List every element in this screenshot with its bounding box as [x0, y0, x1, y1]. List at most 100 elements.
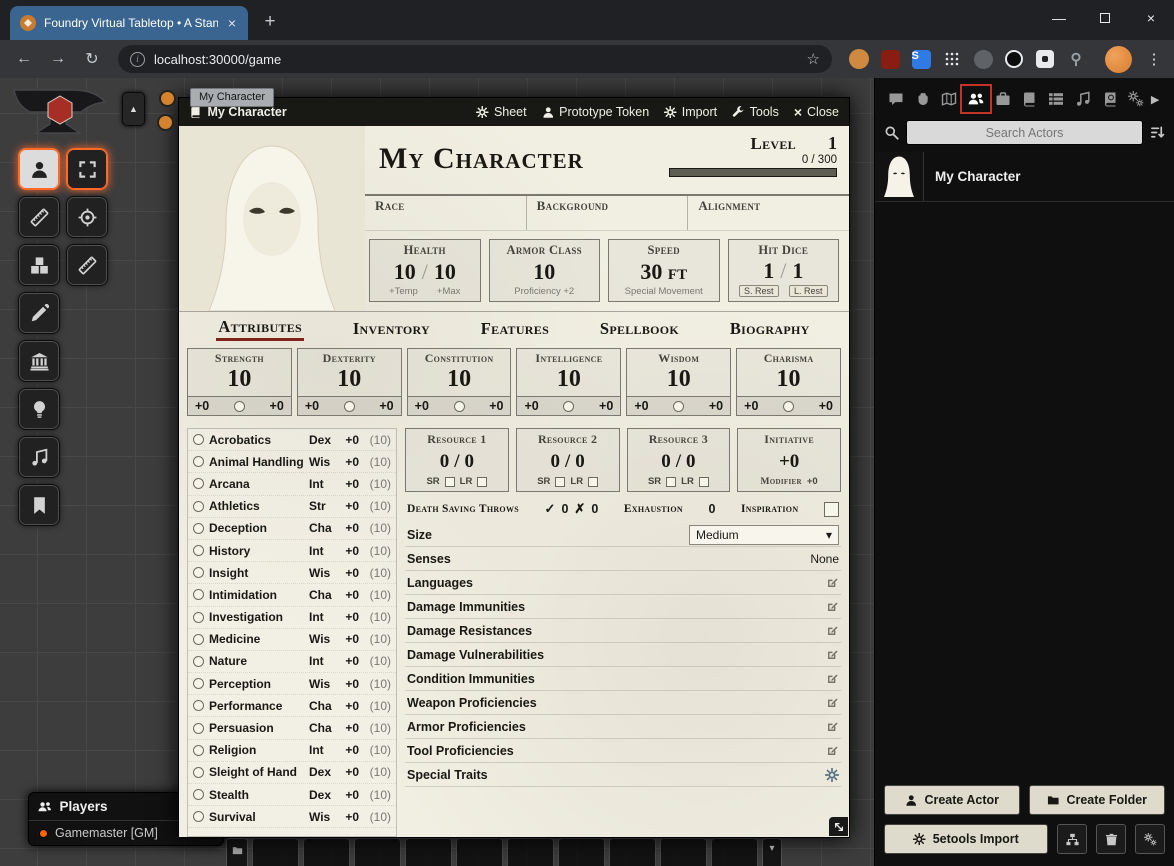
sounds-tool[interactable] [18, 436, 60, 478]
skill-name[interactable]: Insight [209, 566, 304, 580]
skill-name[interactable]: Medicine [209, 632, 304, 646]
skill-row[interactable]: Stealth Dex +0 (10) [188, 784, 396, 806]
bookmark-star-icon[interactable]: ☆ [807, 50, 820, 68]
tab-journal[interactable] [1017, 87, 1041, 111]
skill-row[interactable]: Performance Cha +0 (10) [188, 695, 396, 717]
skill-name[interactable]: Investigation [209, 610, 304, 624]
site-info-icon[interactable]: i [130, 52, 145, 67]
lr-checkbox[interactable] [477, 477, 487, 487]
tiles-tool[interactable] [18, 244, 60, 286]
drawings-tool[interactable] [18, 292, 60, 334]
edit-icon[interactable] [826, 624, 839, 637]
skill-name[interactable]: Arcana [209, 477, 304, 491]
size-select[interactable]: Medium▾ [689, 525, 839, 545]
edit-icon[interactable] [826, 672, 839, 685]
browser-tab[interactable]: Foundry Virtual Tabletop • A Stan × [10, 6, 248, 40]
ac-value[interactable]: 10 [533, 259, 555, 285]
save-proficiency-radio[interactable] [344, 401, 355, 412]
maximize-button[interactable] [1082, 0, 1128, 36]
extension-icon[interactable] [941, 48, 963, 70]
close-browser-button[interactable]: × [1128, 0, 1174, 36]
edit-icon[interactable] [826, 648, 839, 661]
url-bar[interactable]: i localhost:30000/game ☆ [118, 45, 832, 73]
tab-items[interactable] [991, 87, 1015, 111]
tab-compendium[interactable] [1098, 87, 1122, 111]
close-window-button[interactable]: ×Close [794, 104, 839, 120]
skill-name[interactable]: Perception [209, 677, 304, 691]
resource-name[interactable]: Resource 1 [406, 429, 508, 447]
game-canvas[interactable]: ▲ My Character [0, 78, 1174, 866]
hotbar-slot[interactable] [405, 838, 452, 866]
skill-row[interactable]: Deception Cha +0 (10) [188, 518, 396, 540]
profile-avatar[interactable] [1105, 46, 1132, 73]
skill-name[interactable]: History [209, 544, 304, 558]
ability-save[interactable]: +0 [489, 399, 503, 413]
actor-thumbnail[interactable] [875, 152, 924, 201]
tab-scenes[interactable] [937, 87, 961, 111]
tab-chat[interactable] [884, 87, 908, 111]
extension-icon[interactable] [974, 50, 993, 69]
5etools-import-button[interactable]: 5etools Import [884, 824, 1048, 854]
sidebar-collapse-icon[interactable]: ▶ [1151, 93, 1165, 106]
ability-name[interactable]: Strength [188, 349, 291, 366]
tab-attributes[interactable]: Attributes [216, 316, 304, 341]
sheet-config-button[interactable]: Sheet [476, 105, 526, 119]
save-proficiency-radio[interactable] [783, 401, 794, 412]
skill-proficiency-radio[interactable] [193, 523, 204, 534]
ability-score[interactable]: 10 [298, 366, 401, 396]
skill-proficiency-radio[interactable] [193, 501, 204, 512]
resource-max[interactable]: 0 [575, 451, 585, 473]
skill-row[interactable]: Sleight of Hand Dex +0 (10) [188, 762, 396, 784]
edit-icon[interactable] [826, 696, 839, 709]
skill-name[interactable]: Performance [209, 699, 304, 713]
resource-name[interactable]: Resource 3 [628, 429, 730, 447]
lighting-tool[interactable] [18, 388, 60, 430]
collapse-controls-button[interactable]: ▲ [122, 92, 145, 126]
hotbar-slot[interactable] [507, 838, 554, 866]
skill-row[interactable]: Perception Wis +0 (10) [188, 673, 396, 695]
resource-value[interactable]: 0 [661, 451, 671, 473]
skill-proficiency-radio[interactable] [193, 811, 204, 822]
death-success-count[interactable]: 0 [561, 502, 568, 516]
skill-row[interactable]: Nature Int +0 (10) [188, 651, 396, 673]
save-proficiency-radio[interactable] [563, 401, 574, 412]
ability-score[interactable]: 10 [627, 366, 730, 396]
tab-actors[interactable] [964, 87, 988, 111]
skill-row[interactable]: Investigation Int +0 (10) [188, 607, 396, 629]
skill-name[interactable]: Religion [209, 743, 304, 757]
skill-name[interactable]: Sleight of Hand [209, 765, 304, 779]
edit-icon[interactable] [826, 576, 839, 589]
ability-save[interactable]: +0 [379, 399, 393, 413]
skill-name[interactable]: Persuasion [209, 721, 304, 735]
skill-proficiency-radio[interactable] [193, 612, 204, 623]
tab-playlists[interactable] [1071, 87, 1095, 111]
notes-tool[interactable] [18, 484, 60, 526]
hp-temp-label[interactable]: +Temp [389, 286, 418, 297]
initiative-modifier[interactable]: +0 [807, 476, 818, 487]
tab-settings[interactable] [1124, 87, 1148, 111]
lr-checkbox[interactable] [699, 477, 709, 487]
initiative-value[interactable]: +0 [779, 451, 799, 473]
skill-name[interactable]: Stealth [209, 788, 304, 802]
hotbar-slot[interactable] [456, 838, 503, 866]
resource-name[interactable]: Resource 2 [517, 429, 619, 447]
ability-score[interactable]: 10 [408, 366, 511, 396]
extension-icon[interactable] [849, 49, 869, 69]
skill-proficiency-radio[interactable] [193, 700, 204, 711]
long-rest-button[interactable]: L. Rest [789, 285, 828, 297]
delete-button[interactable] [1096, 824, 1126, 854]
ability-name[interactable]: Charisma [737, 349, 840, 366]
resize-handle[interactable] [829, 817, 848, 836]
save-proficiency-radio[interactable] [673, 401, 684, 412]
race-input[interactable] [375, 214, 516, 228]
extension-icon[interactable] [1036, 50, 1054, 68]
save-proficiency-radio[interactable] [454, 401, 465, 412]
inspiration-checkbox[interactable] [824, 502, 839, 517]
resource-max[interactable]: 0 [465, 451, 475, 473]
character-portrait[interactable] [179, 126, 365, 311]
sort-icon[interactable] [1150, 125, 1165, 140]
level-value[interactable]: 1 [828, 133, 837, 154]
extension-icon[interactable] [1005, 50, 1023, 68]
tab-combat[interactable] [911, 87, 935, 111]
skill-name[interactable]: Deception [209, 521, 304, 535]
